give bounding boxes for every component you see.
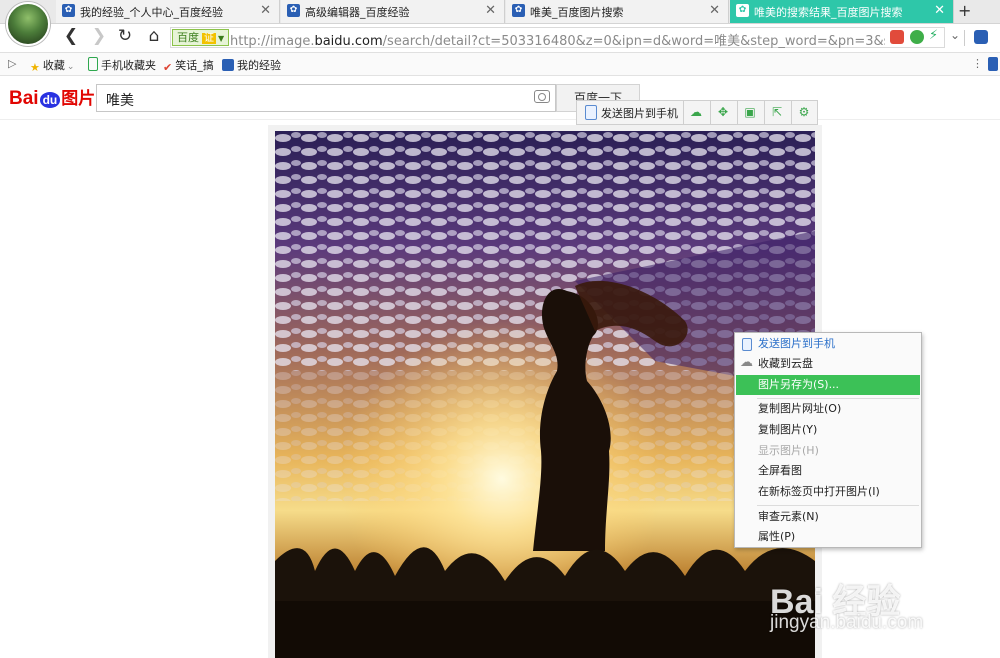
- close-icon[interactable]: ✕: [485, 3, 496, 18]
- refresh-button[interactable]: ↻: [114, 26, 136, 46]
- bookmark-mobile-favorites[interactable]: 手机收藏夹: [88, 57, 156, 73]
- tab-label: 唯美_百度图片搜索: [530, 6, 624, 19]
- tab-label: 唯美的搜索结果_百度图片搜索: [754, 6, 903, 19]
- watermark-site: jingyan.baidu.com: [770, 612, 924, 633]
- fullscreen-icon[interactable]: ✥: [710, 101, 735, 124]
- close-icon[interactable]: ✕: [260, 3, 271, 18]
- close-icon[interactable]: ✕: [709, 3, 720, 18]
- bookmark-favorites[interactable]: ★ 收藏 ⌄: [30, 57, 75, 74]
- home-button[interactable]: ⌂: [143, 26, 165, 46]
- search-input[interactable]: [96, 84, 556, 112]
- menu-item-save-to-cloud[interactable]: ☁ 收藏到云盘: [736, 354, 920, 374]
- tab-image-search[interactable]: ✿ 唯美_百度图片搜索 ✕: [506, 0, 729, 23]
- menu-item-open-in-new-tab[interactable]: 在新标签页中打开图片(I): [736, 482, 920, 502]
- tab-my-experience[interactable]: ✿ 我的经验_个人中心_百度经验 ✕: [56, 0, 280, 23]
- close-icon[interactable]: ✕: [934, 3, 945, 18]
- tab-label: 我的经验_个人中心_百度经验: [80, 6, 223, 19]
- tab-advanced-editor[interactable]: ✿ 高级编辑器_百度经验 ✕: [281, 0, 505, 23]
- phone-icon: [742, 338, 752, 351]
- new-tab-button[interactable]: +: [958, 1, 971, 20]
- context-menu: 发送图片到手机 ☁ 收藏到云盘 图片另存为(S)... 复制图片网址(O) 复制…: [734, 332, 922, 548]
- tab-search-results-active[interactable]: ✿ 唯美的搜索结果_百度图片搜索 ✕: [730, 0, 954, 23]
- menu-separator: [757, 505, 919, 506]
- gear-icon[interactable]: ⚙: [791, 101, 816, 124]
- divider: [0, 119, 1000, 120]
- paw-icon: [222, 59, 234, 71]
- paw-icon: ✿: [287, 4, 300, 17]
- divider: [964, 30, 965, 46]
- cloud-icon[interactable]: ☁: [683, 101, 708, 124]
- url-text[interactable]: http://image.baidu.com/search/detail?ct=…: [230, 30, 885, 49]
- tab-label: 高级编辑器_百度经验: [305, 6, 410, 19]
- bookmark-jokes[interactable]: ✔ 笑话_搞: [163, 57, 214, 74]
- chevron-down-icon: ▼: [218, 34, 225, 43]
- baidu-image-logo[interactable]: Bai du 图片: [9, 84, 95, 110]
- menu-item-send-to-phone[interactable]: 发送图片到手机: [736, 334, 920, 354]
- lightning-icon[interactable]: ⚡: [929, 28, 943, 43]
- check-icon: ✔: [163, 61, 173, 74]
- chevron-down-icon[interactable]: ⌄: [950, 28, 960, 42]
- cloud-icon: ☁: [740, 355, 753, 370]
- paw-icon: ✿: [736, 4, 749, 17]
- menu-item-copy-image-url[interactable]: 复制图片网址(O): [736, 399, 920, 419]
- chevron-down-icon: ⌄: [66, 62, 75, 72]
- send-to-phone-button[interactable]: 发送图片到手机: [585, 105, 678, 121]
- menu-item-copy-image[interactable]: 复制图片(Y): [736, 420, 920, 440]
- menu-item-fullscreen-view[interactable]: 全屏看图: [736, 461, 920, 481]
- site-verified-badge[interactable]: 百度证 ▼: [172, 29, 230, 46]
- bookmark-my-experience[interactable]: 我的经验: [222, 57, 281, 73]
- badge-label: 百度: [177, 31, 199, 44]
- save-icon[interactable]: ▣: [737, 101, 762, 124]
- back-button[interactable]: ❮: [60, 26, 82, 46]
- extension-icon[interactable]: [890, 30, 904, 44]
- extension-icon[interactable]: [988, 57, 998, 71]
- star-icon: ★: [30, 61, 40, 74]
- camera-icon[interactable]: [534, 90, 550, 103]
- menu-item-properties[interactable]: 属性(P): [736, 527, 920, 547]
- phone-icon: [585, 105, 597, 120]
- more-icon[interactable]: ⋮: [972, 57, 983, 70]
- certificate-icon: 证: [202, 33, 216, 44]
- user-avatar[interactable]: [6, 2, 50, 46]
- image-action-toolbar: 发送图片到手机 ☁ ✥ ▣ ⇱ ⚙: [576, 100, 818, 125]
- gear-extension-icon[interactable]: [910, 30, 924, 44]
- forward-button[interactable]: ❯: [88, 26, 110, 46]
- share-icon[interactable]: ⇱: [764, 101, 789, 124]
- menu-item-show-image: 显示图片(H): [758, 444, 819, 457]
- paw-icon: ✿: [512, 4, 525, 17]
- sidebar-toggle-icon[interactable]: ▷: [8, 57, 16, 70]
- phone-icon: [88, 57, 98, 71]
- menu-item-save-image-as[interactable]: 图片另存为(S)...: [736, 375, 920, 395]
- menu-item-inspect-element[interactable]: 审查元素(N): [736, 507, 920, 527]
- baidu-paw-icon[interactable]: [974, 30, 988, 44]
- search-input-value: 唯美: [106, 93, 134, 109]
- paw-icon: ✿: [62, 4, 75, 17]
